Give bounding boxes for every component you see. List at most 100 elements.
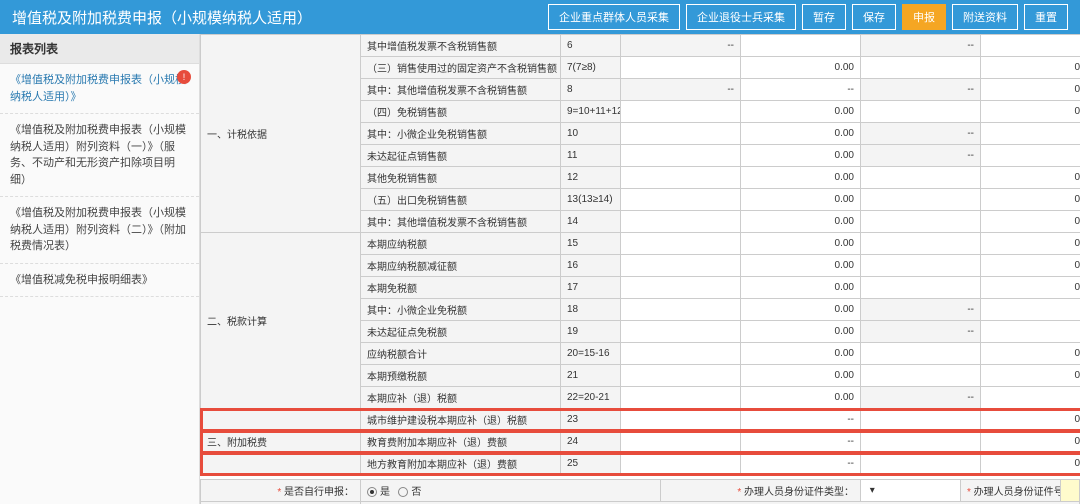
cell-v1[interactable] (621, 123, 741, 145)
cell-v1[interactable] (621, 431, 741, 453)
declaration-block: * 是否自行申报： 是 否 * 办理人员身份证件类型： ▾ * 办理人员身份证件… (200, 479, 1080, 504)
cell-v1[interactable] (621, 211, 741, 233)
cell-v4: 0.00 (981, 101, 1080, 123)
cell-v3[interactable] (861, 365, 981, 387)
cell-v4 (981, 35, 1080, 57)
cell-v1[interactable] (621, 145, 741, 167)
cell-v4: 0.00 (981, 189, 1080, 211)
row-label: 本期免税额 (361, 277, 561, 299)
cell-v1[interactable] (621, 453, 741, 475)
cell-v1[interactable] (621, 387, 741, 409)
cell-v3[interactable] (861, 57, 981, 79)
radio-yes-icon[interactable] (367, 487, 377, 497)
sidebar-item-main[interactable]: 《增值税及附加税费申报表（小规模纳税人适用）》 ! (0, 64, 199, 114)
row-label: 本期应纳税额 (361, 233, 561, 255)
cell-v1[interactable] (621, 277, 741, 299)
btn-veteran[interactable]: 企业退役士兵采集 (686, 4, 796, 30)
row-label: 本期预缴税额 (361, 365, 561, 387)
cell-v2: 0.00 (741, 189, 861, 211)
row-num: 14 (561, 211, 621, 233)
self-report-value[interactable]: 是 否 (361, 480, 661, 502)
id-type-select[interactable]: ▾ (861, 480, 961, 502)
cell-v1[interactable] (621, 101, 741, 123)
cell-v4: 0.00 (981, 365, 1080, 387)
tax-table: 一、计税依据其中增值税发票不含税销售额6----（三）销售使用过的固定资产不含税… (200, 34, 1080, 475)
cell-v3[interactable] (861, 233, 981, 255)
cell-v1[interactable] (621, 57, 741, 79)
cell-v4: 0.00 (981, 277, 1080, 299)
row-num: 10 (561, 123, 621, 145)
id-no-input[interactable] (1061, 480, 1080, 502)
cell-v3[interactable] (861, 101, 981, 123)
sidebar-item-reduce[interactable]: 《增值税减免税申报明细表》 (0, 264, 199, 298)
btn-stash[interactable]: 暂存 (802, 4, 846, 30)
section-s2: 二、税款计算 (201, 233, 361, 409)
row-num: 22=20-21 (561, 387, 621, 409)
cell-v4: 0.00 (981, 79, 1080, 101)
sidebar-item-att2[interactable]: 《增值税及附加税费申报表（小规模纳税人适用）附列资料（二）》（附加税费情况表） (0, 197, 199, 264)
row-num: 13(13≥14) (561, 189, 621, 211)
btn-submit[interactable]: 申报 (902, 4, 946, 30)
row-label: 其中：其他增值税发票不含税销售额 (361, 211, 561, 233)
sidebar-item-att1[interactable]: 《增值税及附加税费申报表（小规模纳税人适用）附列资料（一）》（服务、不动产和无形… (0, 114, 199, 197)
row-num: 20=15-16 (561, 343, 621, 365)
row-num: 23 (561, 409, 621, 431)
cell-v1[interactable] (621, 233, 741, 255)
cell-v4: 0.00 (981, 57, 1080, 79)
section-s3: 三、附加税费 (201, 409, 361, 475)
row-num: 7(7≥8) (561, 57, 621, 79)
cell-v4: 0.00 (981, 167, 1080, 189)
error-badge: ! (177, 70, 191, 84)
cell-v4: -- (981, 145, 1080, 167)
cell-v2: 0.00 (741, 57, 861, 79)
cell-v2: 0.00 (741, 343, 861, 365)
cell-v3[interactable] (861, 189, 981, 211)
cell-v3[interactable] (861, 343, 981, 365)
row-label: 其中：小微企业免税额 (361, 299, 561, 321)
cell-v3: -- (861, 79, 981, 101)
cell-v1[interactable] (621, 409, 741, 431)
cell-v1[interactable] (621, 299, 741, 321)
cell-v1[interactable] (621, 255, 741, 277)
cell-v2: 0.00 (741, 255, 861, 277)
cell-v3[interactable] (861, 167, 981, 189)
cell-v2: 0.00 (741, 123, 861, 145)
row-label: 其中增值税发票不含税销售额 (361, 35, 561, 57)
cell-v1[interactable] (621, 167, 741, 189)
cell-v1[interactable] (621, 321, 741, 343)
cell-v3: -- (861, 145, 981, 167)
row-label: （四）免税销售额 (361, 101, 561, 123)
sidebar-title: 报表列表 (0, 34, 199, 64)
cell-v4: 0.00 (981, 233, 1080, 255)
cell-v3: -- (861, 35, 981, 57)
cell-v4: 0.00 (981, 453, 1080, 475)
cell-v3: -- (861, 321, 981, 343)
cell-v1[interactable] (621, 189, 741, 211)
cell-v3[interactable] (861, 255, 981, 277)
cell-v2 (741, 35, 861, 57)
cell-v3[interactable] (861, 431, 981, 453)
cell-v2: -- (741, 79, 861, 101)
btn-save[interactable]: 保存 (852, 4, 896, 30)
row-num: 6 (561, 35, 621, 57)
row-label: 城市维护建设税本期应补（退）税额 (361, 409, 561, 431)
cell-v1[interactable] (621, 365, 741, 387)
btn-reset[interactable]: 重置 (1024, 4, 1068, 30)
cell-v3[interactable] (861, 211, 981, 233)
row-num: 17 (561, 277, 621, 299)
cell-v3[interactable] (861, 409, 981, 431)
page-header: 增值税及附加税费申报（小规模纳税人适用） 企业重点群体人员采集 企业退役士兵采集… (0, 0, 1080, 34)
cell-v4: 0.00 (981, 211, 1080, 233)
cell-v4: -- (981, 299, 1080, 321)
radio-no-icon[interactable] (398, 487, 408, 497)
cell-v2: 0.00 (741, 167, 861, 189)
row-num: 8 (561, 79, 621, 101)
btn-key-group[interactable]: 企业重点群体人员采集 (548, 4, 680, 30)
cell-v2: 0.00 (741, 211, 861, 233)
btn-attach[interactable]: 附送资料 (952, 4, 1018, 30)
id-type-label: * 办理人员身份证件类型： (661, 480, 861, 502)
cell-v3[interactable] (861, 453, 981, 475)
cell-v3[interactable] (861, 277, 981, 299)
row-label: 未达起征点免税额 (361, 321, 561, 343)
cell-v1[interactable] (621, 343, 741, 365)
